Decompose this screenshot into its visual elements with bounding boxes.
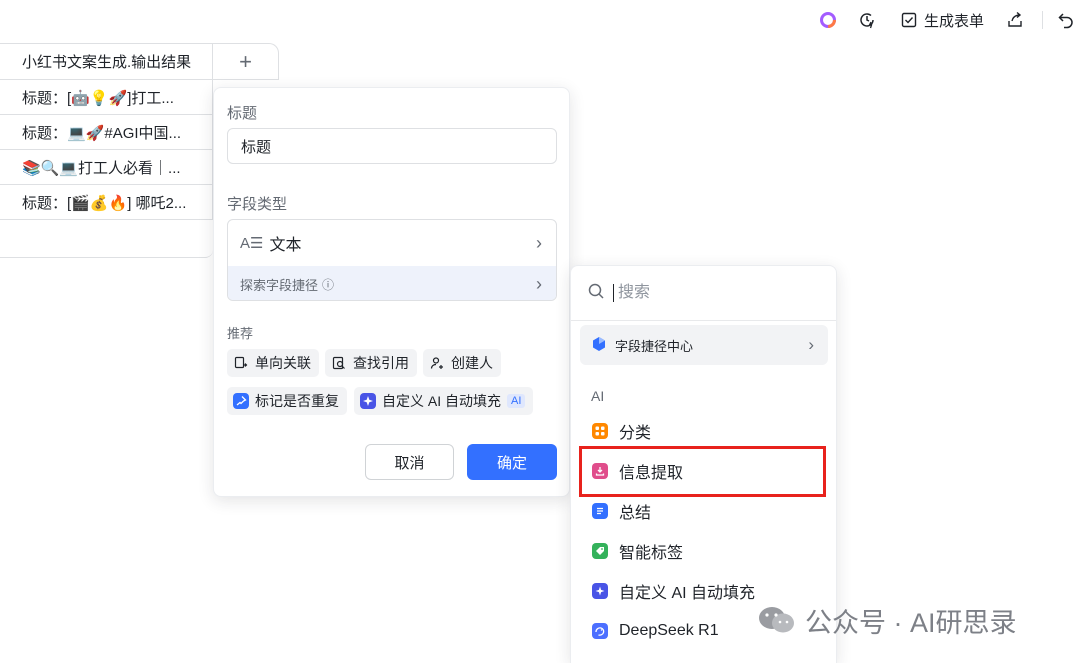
recommend-label: 推荐: [227, 326, 254, 341]
lookup-icon: [331, 355, 347, 371]
field-type-value: 文本: [269, 237, 302, 254]
option-label: 智能标签: [619, 545, 684, 562]
option-label: 总结: [619, 505, 652, 522]
chip-lookup[interactable]: 查找引用: [325, 349, 417, 377]
sparkle-icon: [592, 583, 608, 599]
title-label: 标题: [227, 105, 258, 122]
ai-assistant-icon: [817, 9, 839, 31]
shortcut-hub-icon: [591, 336, 607, 355]
info-icon: ⓘ: [322, 277, 335, 292]
chip-creator[interactable]: 创建人: [423, 349, 501, 377]
chip-one-way-link[interactable]: 单向关联: [227, 349, 319, 377]
option-smart-tag[interactable]: 智能标签: [581, 533, 827, 569]
cancel-button[interactable]: 取消: [365, 444, 454, 480]
top-toolbar: 生成表单: [0, 0, 1080, 40]
option-summary[interactable]: 总结: [581, 493, 827, 529]
chip-label: 单向关联: [255, 355, 311, 371]
confirm-button[interactable]: 确定: [467, 444, 557, 480]
title-input[interactable]: 标题: [227, 128, 557, 164]
link-doc-icon: [233, 355, 249, 371]
grid-icon: [592, 423, 608, 439]
chevron-right-icon: ›: [536, 273, 542, 294]
generate-form-label: 生成表单: [924, 12, 985, 30]
undo-icon: [1055, 9, 1077, 31]
explore-shortcut-label: 探索字段捷径: [240, 277, 319, 293]
field-config-panel: 标题 标题 字段类型 A☰ 文本 › 探索字段捷径 ⓘ › 推荐 单向关联 查找…: [213, 87, 570, 497]
tag-icon: [592, 543, 608, 559]
column-header[interactable]: 小红书文案生成.输出结果: [0, 43, 213, 80]
option-label: 自定义 AI 自动填充: [619, 585, 756, 602]
title-input-value: 标题: [241, 138, 272, 156]
pin-icon: [233, 393, 249, 409]
table-row[interactable]: 标题：[🤖💡🚀]打工...: [0, 80, 213, 115]
share-button[interactable]: [1004, 8, 1026, 32]
table-row[interactable]: 标题：💻🚀#AGI中国...: [0, 115, 213, 150]
field-type-select: A☰ 文本 › 探索字段捷径 ⓘ ›: [227, 219, 557, 301]
whale-icon: [592, 623, 608, 639]
add-column-button[interactable]: +: [213, 43, 279, 80]
plus-icon: +: [239, 48, 252, 74]
sparkle-icon: [360, 393, 376, 409]
form-check-icon: [898, 9, 920, 31]
shortcut-hub-label: 字段捷径中心: [615, 338, 694, 354]
watermark-text: 公众号 · AI研思录: [805, 607, 1017, 638]
table-row[interactable]: 标题：[🎬💰🔥] 哪吒2...: [0, 185, 213, 220]
text-cursor: [613, 284, 614, 302]
user-add-icon: [429, 355, 445, 371]
highlight-box: [579, 446, 826, 497]
generate-form-button[interactable]: 生成表单: [898, 8, 984, 32]
chip-mark-duplicate[interactable]: 标记是否重复: [227, 387, 347, 415]
undo-button[interactable]: [1055, 8, 1077, 32]
wechat-icon: [759, 607, 794, 633]
search-icon: [587, 282, 605, 304]
shortcut-hub-row[interactable]: 字段捷径中心 ›: [580, 325, 828, 365]
automation-button[interactable]: [856, 8, 878, 32]
text-type-icon: A☰: [240, 235, 264, 252]
share-icon: [1004, 9, 1026, 31]
watermark: 公众号 · AI研思录: [757, 602, 1017, 638]
chevron-right-icon: ›: [536, 232, 542, 253]
toolbar-divider: [1042, 11, 1043, 29]
search-bar: [571, 266, 836, 321]
chip-label: 自定义 AI 自动填充: [382, 393, 502, 409]
chevron-right-icon: ›: [808, 335, 814, 354]
field-type-text-option[interactable]: A☰ 文本 ›: [228, 220, 556, 266]
option-classify[interactable]: 分类: [581, 413, 827, 449]
explore-shortcut-row[interactable]: 探索字段捷径 ⓘ ›: [228, 266, 556, 300]
ai-assistant-button[interactable]: [817, 8, 839, 32]
chip-label: 标记是否重复: [255, 393, 339, 409]
chip-label: 查找引用: [353, 355, 409, 371]
summary-doc-icon: [592, 503, 608, 519]
ai-section-label: AI: [591, 388, 605, 404]
table-row[interactable]: 📚🔍💻打工人必看｜...: [0, 150, 213, 185]
ai-badge: AI: [507, 394, 526, 408]
chip-custom-ai-autofill[interactable]: 自定义 AI 自动填充 AI: [354, 387, 534, 415]
field-type-label: 字段类型: [227, 196, 288, 213]
search-input[interactable]: [616, 283, 796, 303]
clock-bolt-icon: [856, 9, 878, 31]
option-label: DeepSeek R1: [619, 622, 719, 639]
option-label: 分类: [619, 425, 652, 442]
chip-label: 创建人: [451, 355, 493, 371]
